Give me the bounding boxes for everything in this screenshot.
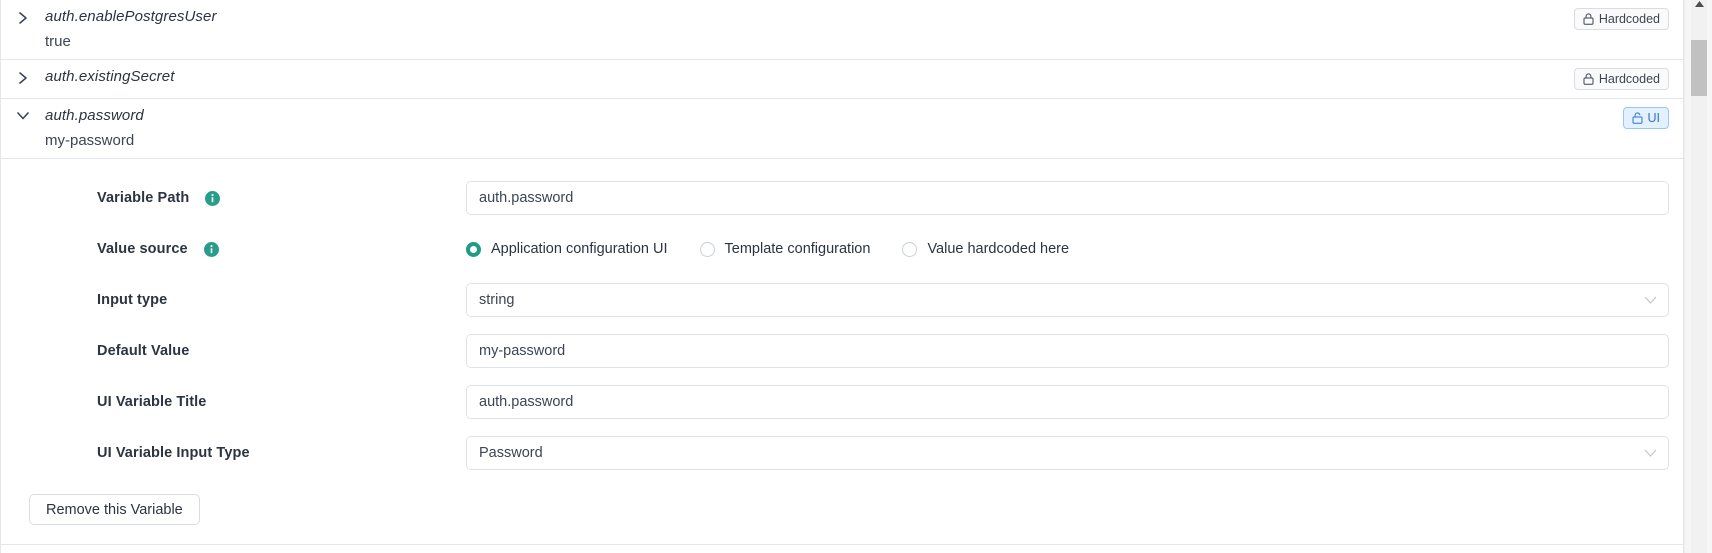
form-row-ui-variable-title: UI Variable Title — [1, 385, 1683, 419]
field-cell: string — [466, 283, 1683, 317]
status-badge-hardcoded[interactable]: Hardcoded — [1573, 8, 1669, 30]
radio-mark[interactable] — [699, 241, 715, 257]
lock-closed-icon — [1583, 73, 1594, 85]
variables-panel: auth.enablePostgresUser true Hardcoded a… — [0, 0, 1684, 553]
field-cell: Password — [466, 436, 1683, 470]
radio-mark[interactable] — [902, 241, 918, 257]
badge-slot: Hardcoded — [1573, 6, 1683, 30]
status-badge-hardcoded[interactable]: Hardcoded — [1573, 68, 1669, 90]
vertical-scrollbar[interactable] — [1684, 0, 1712, 553]
form-row-ui-variable-input-type: UI Variable Input Type Password — [1, 436, 1683, 470]
chevron-right-icon[interactable] — [1, 6, 45, 25]
label-cell: UI Variable Title — [1, 394, 466, 410]
radio-option-application-configuration-ui[interactable]: Application configuration UI — [466, 241, 668, 257]
ui-variable-input-type-selected-value: Password — [479, 445, 543, 461]
form-row-variable-path: Variable Path — [1, 181, 1683, 215]
variable-value: my-password — [45, 132, 135, 149]
field-cell — [466, 181, 1683, 215]
info-icon[interactable] — [205, 190, 221, 206]
form-row-input-type: Input type string — [1, 283, 1683, 317]
variable-row-auth-enablePostgresUser[interactable]: auth.enablePostgresUser true Hardcoded — [1, 0, 1683, 60]
detail-divider — [1, 544, 1683, 545]
form-row-default-value: Default Value — [1, 334, 1683, 368]
ui-variable-input-type-select-wrap: Password — [466, 436, 1669, 470]
variable-value: true — [45, 33, 71, 50]
field-cell — [466, 385, 1683, 419]
chevron-down-icon[interactable] — [1, 105, 45, 121]
default-value-input[interactable] — [466, 334, 1669, 368]
default-value-label: Default Value — [97, 343, 190, 359]
variable-key: auth.existingSecret — [45, 68, 175, 85]
value-source-label: Value source — [97, 241, 188, 257]
label-cell: Variable Path — [1, 190, 466, 206]
value-source-radio-group: Application configuration UI Template co… — [466, 241, 1669, 257]
badge-slot: UI — [1622, 105, 1684, 129]
variable-path-label: Variable Path — [97, 190, 190, 206]
ui-variable-title-input[interactable] — [466, 385, 1669, 419]
radio-label: Template configuration — [724, 241, 871, 257]
status-badge-ui[interactable]: UI — [1622, 107, 1669, 129]
remove-variable-button[interactable]: Remove this Variable — [29, 494, 200, 525]
detail-actions: Remove this Variable — [1, 487, 1683, 525]
variable-row-auth-password[interactable]: auth.password my-password UI — [1, 99, 1683, 159]
variable-path-input[interactable] — [466, 181, 1669, 215]
label-cell: UI Variable Input Type — [1, 445, 466, 461]
badge-label: Hardcoded — [1598, 11, 1660, 26]
input-type-selected-value: string — [479, 292, 515, 308]
variable-summary: auth.enablePostgresUser true — [45, 6, 1574, 51]
input-type-label: Input type — [97, 292, 168, 308]
radio-mark[interactable] — [466, 241, 481, 257]
form-row-value-source: Value source Application configuration U… — [1, 232, 1683, 266]
badge-label: UI — [1647, 110, 1661, 125]
ui-variable-input-type-label: UI Variable Input Type — [97, 445, 250, 461]
variable-row-auth-existingSecret[interactable]: auth.existingSecret Hardcoded — [1, 60, 1683, 99]
label-cell: Value source — [1, 241, 466, 257]
input-type-select-wrap: string — [466, 283, 1669, 317]
ui-variable-title-label: UI Variable Title — [97, 394, 207, 410]
badge-slot: Hardcoded — [1573, 66, 1683, 90]
lock-closed-icon — [1583, 13, 1594, 25]
variable-summary: auth.existingSecret — [45, 66, 1574, 86]
info-icon[interactable] — [203, 241, 219, 257]
triangle-up-icon[interactable] — [1691, 0, 1707, 7]
chevron-right-icon[interactable] — [1, 66, 45, 85]
variable-summary: auth.password my-password — [45, 105, 1623, 150]
radio-option-template-configuration[interactable]: Template configuration — [699, 241, 871, 257]
label-cell: Default Value — [1, 343, 466, 359]
radio-label: Application configuration UI — [491, 241, 668, 257]
input-type-select[interactable]: string — [466, 283, 1669, 317]
field-cell: Application configuration UI Template co… — [466, 241, 1683, 257]
variables-editor: auth.enablePostgresUser true Hardcoded a… — [0, 0, 1712, 553]
scrollbar-thumb[interactable] — [1691, 40, 1707, 96]
field-cell — [466, 334, 1683, 368]
lock-open-icon — [1632, 112, 1643, 124]
label-cell: Input type — [1, 292, 466, 308]
variable-key: auth.enablePostgresUser — [45, 8, 217, 25]
radio-option-value-hardcoded-here[interactable]: Value hardcoded here — [902, 241, 1069, 257]
ui-variable-input-type-select[interactable]: Password — [466, 436, 1669, 470]
radio-label: Value hardcoded here — [927, 241, 1070, 257]
variable-detail-form: Variable Path Value source — [1, 159, 1683, 545]
variable-key: auth.password — [45, 107, 144, 124]
badge-label: Hardcoded — [1598, 71, 1660, 86]
